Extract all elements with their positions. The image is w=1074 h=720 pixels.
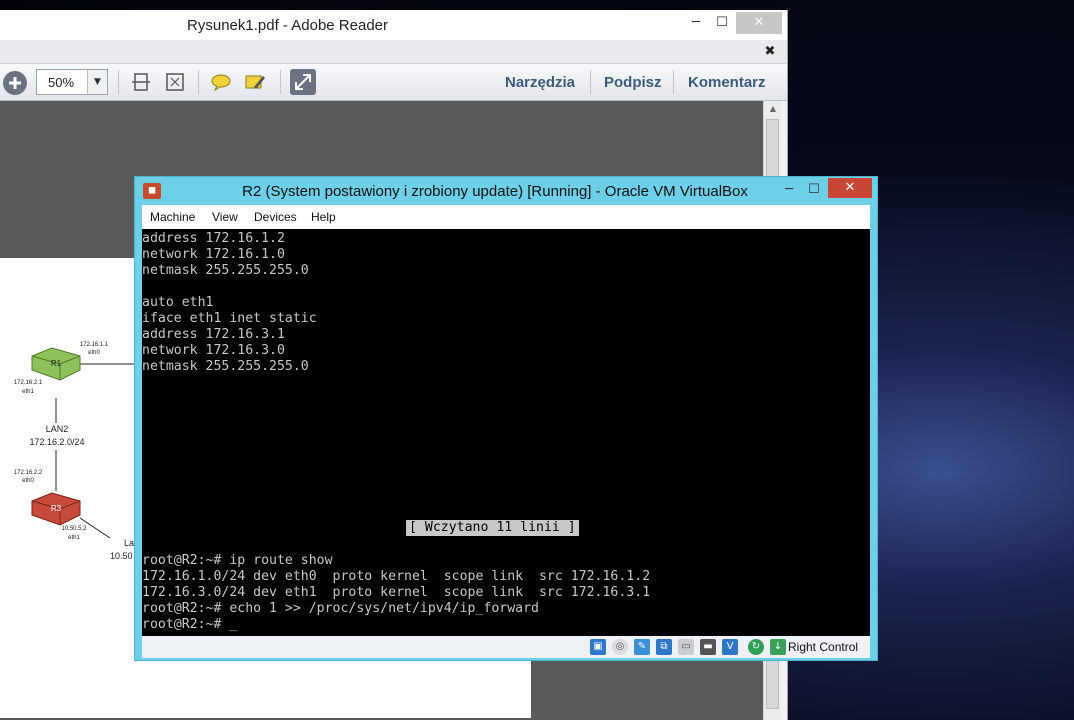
shared-folders-icon[interactable]: ▭ bbox=[678, 639, 694, 655]
fit-width-button[interactable] bbox=[128, 69, 154, 95]
tools-link[interactable]: Narzędzia bbox=[505, 74, 575, 91]
r1-eth1-if: eth1 bbox=[22, 389, 34, 395]
comment-bubble-icon bbox=[211, 74, 231, 92]
r3-eth1-ip: 10.50.5.2 bbox=[61, 526, 87, 532]
virtualbox-window: ◼ R2 (System postawiony i zrobiony updat… bbox=[134, 176, 878, 661]
lan2-subnet: 172.16.2.0/24 bbox=[29, 437, 85, 447]
network-icon[interactable]: ⧉ bbox=[656, 639, 672, 655]
terminal-line: network 172.16.1.0 bbox=[142, 247, 285, 262]
fit-page-icon bbox=[166, 73, 184, 91]
fit-width-icon bbox=[132, 73, 150, 91]
reader-minimize-button[interactable]: ─ bbox=[684, 12, 708, 34]
vbox-statusbar: ▣ ◎ ✎ ⧉ ▭ ▬ V ↻ ↓ Right Control bbox=[142, 636, 870, 658]
terminal-line: 172.16.3.0/24 dev eth1 proto kernel scop… bbox=[142, 585, 651, 600]
virtualization-icon[interactable]: V bbox=[722, 639, 738, 655]
plus-icon bbox=[9, 77, 21, 89]
reader-toolbar: 50% ▼ Narzędzia Podpisz Komentarz bbox=[0, 64, 787, 101]
terminal-line: auto eth1 bbox=[142, 295, 214, 310]
vbox-menubar: Machine View Devices Help bbox=[142, 205, 870, 229]
r3-eth1-if: eth1 bbox=[68, 535, 80, 541]
terminal-line: root@R2:~# echo 1 >> /proc/sys/net/ipv4/… bbox=[142, 601, 539, 616]
highlight-button[interactable] bbox=[242, 69, 268, 95]
reader-window-title: Rysunek1.pdf - Adobe Reader bbox=[187, 17, 388, 34]
r3-eth0-if: eth0 bbox=[22, 478, 34, 484]
sticky-note-button[interactable] bbox=[208, 69, 234, 95]
reader-titlebar: Rysunek1.pdf - Adobe Reader ─ ☐ ✕ bbox=[0, 10, 787, 40]
optical-disk-icon[interactable]: ◎ bbox=[612, 639, 628, 655]
keyboard-capture-icon[interactable]: ↓ bbox=[770, 639, 786, 655]
display-icon[interactable]: ▬ bbox=[700, 639, 716, 655]
vbox-window-title: R2 (System postawiony i zrobiony update)… bbox=[242, 183, 748, 200]
reader-menubar: ✖ bbox=[0, 40, 787, 64]
r1-eth1-ip: 172.16.2.1 bbox=[13, 380, 43, 386]
reader-close-button[interactable]: ✕ bbox=[736, 12, 782, 34]
mouse-integration-icon[interactable]: ↻ bbox=[748, 639, 764, 655]
r3-eth0-ip: 172.16.2.2 bbox=[13, 470, 43, 476]
r1-eth0-if: eth0 bbox=[88, 350, 100, 356]
sign-link[interactable]: Podpisz bbox=[604, 74, 662, 91]
toolbar-separator bbox=[118, 70, 119, 94]
terminal-line: iface eth1 inet static bbox=[142, 311, 317, 326]
document-close-button[interactable]: ✖ bbox=[760, 42, 780, 62]
menu-view[interactable]: View bbox=[212, 210, 238, 224]
router-r3-label: R3 bbox=[50, 504, 62, 513]
scroll-up-icon[interactable]: ▲ bbox=[764, 101, 782, 117]
vbox-close-button[interactable]: ✕ bbox=[828, 178, 872, 198]
terminal-line: address 172.16.1.2 bbox=[142, 231, 285, 246]
terminal-line: netmask 255.255.255.0 bbox=[142, 263, 309, 278]
vbox-titlebar: ◼ R2 (System postawiony i zrobiony updat… bbox=[135, 177, 877, 205]
fullscreen-button[interactable] bbox=[290, 69, 316, 95]
chevron-down-icon[interactable]: ▼ bbox=[87, 70, 107, 94]
toolbar-separator bbox=[198, 70, 199, 94]
lan2-name: LAN2 bbox=[45, 424, 69, 434]
toolbar-separator bbox=[280, 70, 281, 94]
virtualbox-icon[interactable]: ◼ bbox=[143, 183, 161, 199]
r1-eth0-ip: 172.16.1.1 bbox=[79, 342, 109, 348]
reader-maximize-button[interactable]: ☐ bbox=[710, 12, 734, 34]
menu-machine[interactable]: Machine bbox=[150, 210, 195, 224]
terminal-line: netmask 255.255.255.0 bbox=[142, 359, 309, 374]
terminal-prompt: root@R2:~# _ bbox=[142, 617, 238, 632]
vbox-maximize-button[interactable]: ☐ bbox=[802, 179, 826, 199]
terminal-line: 172.16.1.0/24 dev eth0 proto kernel scop… bbox=[142, 569, 651, 584]
host-key-label: Right Control bbox=[788, 640, 859, 654]
zoom-in-button[interactable] bbox=[3, 71, 27, 95]
fit-page-button[interactable] bbox=[162, 69, 188, 95]
zoom-select[interactable]: 50% ▼ bbox=[36, 69, 108, 95]
menu-devices[interactable]: Devices bbox=[254, 210, 297, 224]
router-r1-label: R1 bbox=[50, 359, 62, 368]
vbox-minimize-button[interactable]: ─ bbox=[777, 179, 801, 199]
hard-disk-icon[interactable]: ▣ bbox=[590, 639, 606, 655]
expand-icon bbox=[295, 74, 311, 90]
zoom-value: 50% bbox=[47, 75, 75, 90]
toolbar-separator bbox=[590, 70, 591, 94]
terminal-line: address 172.16.3.1 bbox=[142, 327, 285, 342]
terminal-line: root@R2:~# ip route show bbox=[142, 553, 333, 568]
vm-terminal-screen[interactable]: address 172.16.1.2 network 172.16.1.0 ne… bbox=[142, 229, 870, 636]
terminal-line: network 172.16.3.0 bbox=[142, 343, 285, 358]
comment-link[interactable]: Komentarz bbox=[688, 74, 766, 91]
highlight-pen-icon bbox=[245, 75, 265, 89]
usb-icon[interactable]: ✎ bbox=[634, 639, 650, 655]
menu-help[interactable]: Help bbox=[311, 210, 336, 224]
toolbar-separator bbox=[673, 70, 674, 94]
nano-status-message: [ Wczytano 11 linii ] bbox=[406, 520, 579, 536]
